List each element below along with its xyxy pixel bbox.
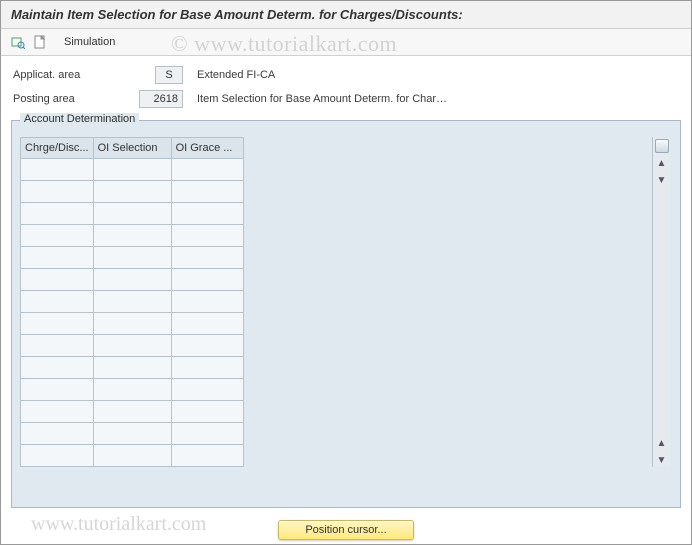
table-row[interactable] [21, 401, 244, 423]
table-cell[interactable] [171, 335, 243, 357]
applicat-area-label: Applicat. area [13, 69, 113, 81]
table-cell[interactable] [171, 423, 243, 445]
table-row[interactable] [21, 335, 244, 357]
table-row[interactable] [21, 181, 244, 203]
posting-area-value[interactable]: 2618 [139, 90, 183, 108]
table-row[interactable] [21, 357, 244, 379]
table-row[interactable] [21, 291, 244, 313]
title-bar: Maintain Item Selection for Base Amount … [1, 1, 691, 29]
table-cell[interactable] [21, 379, 94, 401]
scroll-up2-icon[interactable]: ▲ [655, 436, 669, 450]
table-cell[interactable] [93, 181, 171, 203]
table-cell[interactable] [21, 445, 94, 467]
grid-header-row: Chrge/Disc... OI Selection OI Grace ... [21, 138, 244, 159]
table-cell[interactable] [21, 269, 94, 291]
col-oi-selection[interactable]: OI Selection [93, 138, 171, 159]
scroll-down2-icon[interactable]: ▼ [655, 453, 669, 467]
table-cell[interactable] [171, 379, 243, 401]
table-row[interactable] [21, 225, 244, 247]
scroll-down-icon[interactable]: ▼ [655, 173, 669, 187]
posting-area-desc: Item Selection for Base Amount Determ. f… [193, 93, 613, 105]
table-cell[interactable] [21, 225, 94, 247]
table-cell[interactable] [93, 379, 171, 401]
table-cell[interactable] [171, 159, 243, 181]
applicat-area-desc: Extended FI-CA [193, 69, 613, 81]
table-row[interactable] [21, 247, 244, 269]
table-cell[interactable] [171, 225, 243, 247]
account-determination-grid[interactable]: Chrge/Disc... OI Selection OI Grace ... [20, 137, 244, 467]
table-cell[interactable] [93, 313, 171, 335]
table-cell[interactable] [21, 203, 94, 225]
table-row[interactable] [21, 269, 244, 291]
table-cell[interactable] [93, 225, 171, 247]
table-cell[interactable] [21, 423, 94, 445]
table-cell[interactable] [93, 357, 171, 379]
table-cell[interactable] [21, 313, 94, 335]
table-cell[interactable] [171, 445, 243, 467]
table-cell[interactable] [93, 159, 171, 181]
table-cell[interactable] [171, 247, 243, 269]
grid-wrap: Chrge/Disc... OI Selection OI Grace ... … [20, 137, 670, 467]
table-cell[interactable] [171, 357, 243, 379]
table-cell[interactable] [21, 159, 94, 181]
scroll-thumb[interactable] [655, 139, 669, 153]
col-oi-grace[interactable]: OI Grace ... [171, 138, 243, 159]
table-cell[interactable] [21, 181, 94, 203]
table-cell[interactable] [21, 247, 94, 269]
table-row[interactable] [21, 379, 244, 401]
table-cell[interactable] [93, 247, 171, 269]
table-cell[interactable] [93, 291, 171, 313]
table-cell[interactable] [21, 335, 94, 357]
table-cell[interactable] [93, 401, 171, 423]
table-row[interactable] [21, 203, 244, 225]
table-row[interactable] [21, 423, 244, 445]
table-cell[interactable] [171, 269, 243, 291]
table-row[interactable] [21, 445, 244, 467]
account-determination-panel: Account Determination Chrge/Disc... OI S… [11, 120, 681, 508]
page-title: Maintain Item Selection for Base Amount … [11, 7, 681, 22]
table-cell[interactable] [21, 401, 94, 423]
table-row[interactable] [21, 313, 244, 335]
table-cell[interactable] [171, 203, 243, 225]
new-page-icon[interactable] [31, 33, 49, 51]
panel-title: Account Determination [20, 113, 139, 125]
table-cell[interactable] [171, 181, 243, 203]
posting-area-label: Posting area [13, 93, 113, 105]
table-cell[interactable] [93, 423, 171, 445]
table-cell[interactable] [171, 313, 243, 335]
col-chrge-disc[interactable]: Chrge/Disc... [21, 138, 94, 159]
table-cell[interactable] [171, 291, 243, 313]
toolbar: Simulation [1, 29, 691, 56]
grid-filler [244, 137, 652, 467]
scroll-up-icon[interactable]: ▲ [655, 156, 669, 170]
table-cell[interactable] [93, 203, 171, 225]
bottom-bar: Position cursor... [1, 520, 691, 540]
table-cell[interactable] [93, 269, 171, 291]
table-cell[interactable] [93, 335, 171, 357]
header-fields: Applicat. area S Extended FI-CA Posting … [1, 56, 691, 112]
table-cell[interactable] [171, 401, 243, 423]
vertical-scrollbar[interactable]: ▲ ▼ ▲ ▼ [652, 137, 670, 467]
table-cell[interactable] [93, 445, 171, 467]
table-row[interactable] [21, 159, 244, 181]
position-cursor-button[interactable]: Position cursor... [278, 520, 413, 540]
table-cell[interactable] [21, 357, 94, 379]
table-cell[interactable] [21, 291, 94, 313]
print-preview-icon[interactable] [9, 33, 27, 51]
simulation-button[interactable]: Simulation [57, 33, 122, 51]
applicat-area-value[interactable]: S [155, 66, 183, 84]
